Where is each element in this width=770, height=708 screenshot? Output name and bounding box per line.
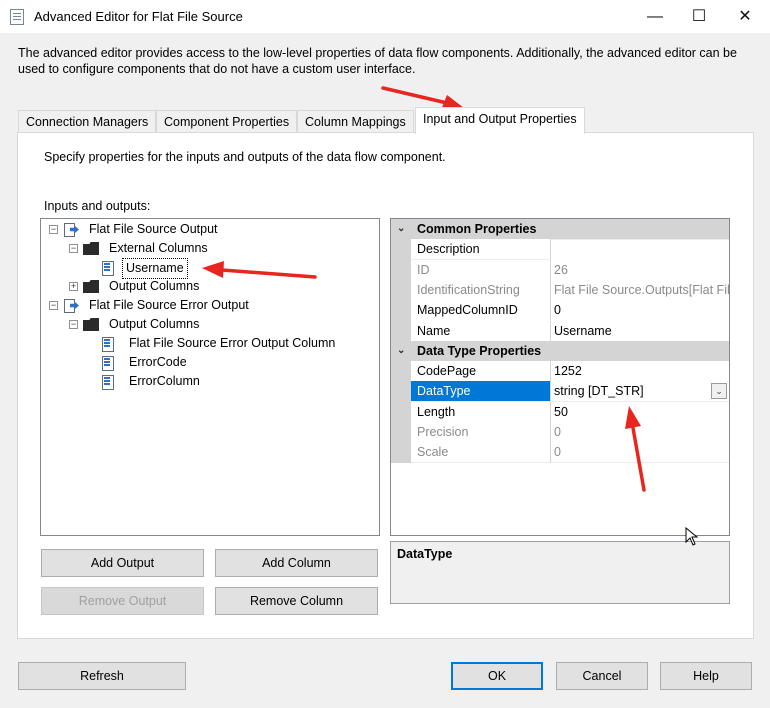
property-name: Description	[411, 239, 551, 260]
tab-connection-managers[interactable]: Connection Managers	[18, 110, 157, 133]
property-name: IdentificationString	[411, 279, 551, 301]
tree-node-label: Username	[122, 258, 188, 279]
inputs-outputs-tree[interactable]: − Flat File Source Output − External Col…	[40, 218, 380, 536]
collapse-icon[interactable]: −	[69, 320, 78, 329]
property-row-mapped-column-id[interactable]: MappedColumnID 0	[391, 300, 729, 321]
property-value[interactable]: Username	[551, 321, 729, 341]
output-icon	[63, 222, 79, 237]
refresh-button[interactable]: Refresh	[18, 662, 186, 690]
folder-icon	[83, 280, 99, 293]
property-value[interactable]: 0	[551, 300, 729, 321]
chevron-down-icon: ⌄	[397, 223, 406, 234]
maximize-button[interactable]: ☐	[676, 0, 722, 33]
property-value[interactable]: 50	[551, 402, 729, 422]
help-title: DataType	[397, 547, 453, 561]
output-icon	[63, 298, 79, 313]
property-value[interactable]	[551, 239, 729, 241]
property-row-name[interactable]: Name Username	[391, 320, 729, 341]
property-row-description[interactable]: Description	[391, 239, 729, 260]
chevron-down-icon: ⌄	[397, 344, 406, 356]
column-icon	[101, 260, 117, 276]
app-icon	[10, 9, 24, 25]
property-name: ID	[411, 259, 551, 280]
tree-node-label: Flat File Source Error Output	[89, 298, 249, 312]
remove-output-button[interactable]: Remove Output	[41, 587, 204, 615]
tree-node-label: ErrorCode	[129, 355, 187, 369]
remove-column-button[interactable]: Remove Column	[215, 587, 378, 615]
panel-instruction: Specify properties for the inputs and ou…	[44, 150, 446, 164]
tree-node-label: External Columns	[109, 241, 208, 255]
cancel-button[interactable]: Cancel	[556, 662, 648, 690]
property-value[interactable]: 1252	[551, 361, 729, 382]
expand-icon[interactable]: +	[69, 282, 78, 291]
property-row-codepage[interactable]: CodePage 1252	[391, 361, 729, 382]
tab-component-properties[interactable]: Component Properties	[156, 110, 298, 133]
category-common-properties[interactable]: ⌄ Common Properties	[391, 219, 729, 240]
add-column-button[interactable]: Add Column	[215, 549, 378, 577]
collapse-icon[interactable]: −	[49, 301, 58, 310]
tab-column-mappings[interactable]: Column Mappings	[297, 110, 414, 133]
collapse-icon[interactable]: −	[69, 244, 78, 253]
mouse-cursor-icon	[685, 527, 699, 546]
property-value: 0	[551, 442, 729, 463]
property-name: Scale	[411, 442, 551, 463]
datatype-dropdown[interactable]: string [DT_STR] ⌄	[551, 381, 729, 402]
column-icon	[101, 374, 117, 390]
property-value: Flat File Source.Outputs[Flat File	[551, 280, 729, 301]
property-grid[interactable]: ⌄ Common Properties Description ID 26 Id…	[390, 218, 730, 536]
property-name: Length	[411, 401, 551, 422]
tree-node-label: Flat File Source Output	[89, 222, 218, 236]
window-title: Advanced Editor for Flat File Source	[34, 9, 243, 24]
datatype-value: string [DT_STR]	[554, 384, 644, 399]
category-label: Data Type Properties	[417, 343, 542, 358]
tree-node-label: Output Columns	[109, 279, 200, 293]
property-name: MappedColumnID	[411, 300, 551, 321]
property-name: Name	[411, 320, 551, 341]
column-icon	[101, 336, 117, 352]
property-row-length[interactable]: Length 50	[391, 401, 729, 422]
help-button[interactable]: Help	[660, 662, 752, 690]
tab-input-output-properties[interactable]: Input and Output Properties	[415, 107, 585, 134]
ok-button[interactable]: OK	[451, 662, 543, 690]
property-row-scale[interactable]: Scale 0	[391, 442, 729, 463]
property-name: CodePage	[411, 361, 551, 382]
property-value: 26	[551, 260, 729, 280]
tree-node-label: Flat File Source Error Output Column	[129, 336, 336, 350]
property-value: 0	[551, 422, 729, 443]
category-data-type-properties[interactable]: ⌄ Data Type Properties	[391, 340, 729, 362]
close-button[interactable]: ✕	[722, 0, 768, 33]
property-name: DataType	[411, 381, 551, 402]
add-output-button[interactable]: Add Output	[41, 549, 204, 577]
inputs-outputs-label: Inputs and outputs:	[44, 199, 151, 213]
folder-icon	[83, 242, 99, 255]
folder-icon	[83, 318, 99, 331]
property-row-precision[interactable]: Precision 0	[391, 422, 729, 443]
tree-node-label: Output Columns	[109, 317, 200, 331]
minimize-button[interactable]: —	[632, 0, 678, 33]
column-icon	[101, 355, 117, 371]
dropdown-arrow-icon[interactable]: ⌄	[711, 383, 727, 400]
title-bar: Advanced Editor for Flat File Source — ☐…	[0, 0, 770, 33]
property-help-box: DataType	[390, 541, 730, 604]
tree-node-label: ErrorColumn	[129, 374, 200, 388]
category-label: Common Properties	[417, 222, 537, 236]
property-name: Precision	[411, 422, 551, 443]
property-row-identification-string[interactable]: IdentificationString Flat File Source.Ou…	[391, 279, 729, 301]
editor-description: The advanced editor provides access to t…	[18, 46, 737, 76]
collapse-icon[interactable]: −	[49, 225, 58, 234]
property-row-id[interactable]: ID 26	[391, 259, 729, 280]
property-row-datatype[interactable]: DataType string [DT_STR] ⌄	[391, 381, 729, 402]
